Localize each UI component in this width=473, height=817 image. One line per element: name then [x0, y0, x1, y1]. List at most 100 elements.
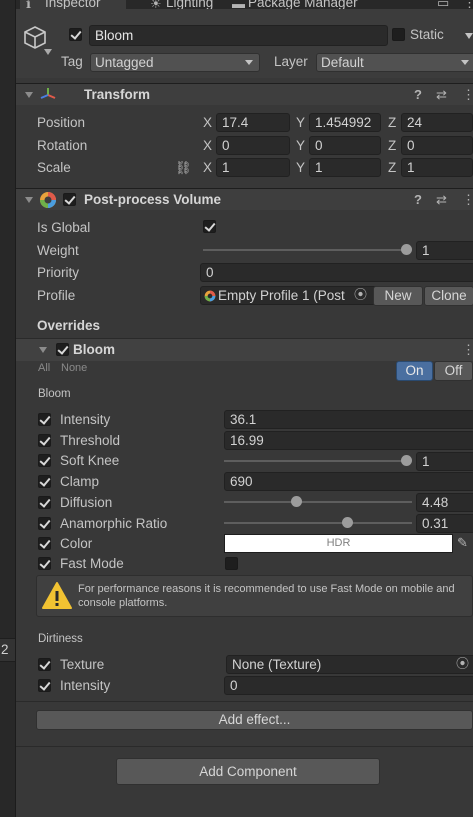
texture-field[interactable]: None (Texture): [226, 655, 473, 674]
help-icon[interactable]: ?: [414, 193, 422, 207]
rotation-y-field[interactable]: 0: [309, 136, 381, 155]
position-z-field[interactable]: 24: [401, 113, 473, 132]
lock-icon[interactable]: ▭: [437, 0, 449, 9]
none-link[interactable]: None: [61, 362, 87, 374]
bloom-section-label: Bloom: [38, 388, 71, 400]
overrides-label: Overrides: [37, 318, 101, 333]
ppv-fold-arrow[interactable]: [25, 197, 33, 203]
tab-package-manager-label: Package Manager: [248, 0, 358, 9]
ppv-header[interactable]: Post-process Volume ? ⇄ ⋮: [16, 188, 473, 210]
rotation-z-field[interactable]: 0: [401, 136, 473, 155]
clone-profile-button[interactable]: Clone: [424, 286, 473, 306]
scale-y-field[interactable]: 1: [309, 158, 381, 177]
help-icon[interactable]: ?: [414, 88, 422, 102]
texture-override-checkbox[interactable]: [38, 658, 51, 671]
static-checkbox[interactable]: [392, 28, 405, 41]
profile-value: Empty Profile 1 (Post: [218, 288, 345, 303]
softknee-override-checkbox[interactable]: [38, 454, 51, 467]
scale-x-field[interactable]: 1: [216, 158, 290, 177]
add-effect-button[interactable]: Add effect...: [36, 710, 473, 730]
position-y-field[interactable]: 1.454992: [309, 113, 381, 132]
static-dropdown-arrow[interactable]: [465, 33, 473, 39]
transform-fold-arrow[interactable]: [25, 92, 33, 98]
add-component-button[interactable]: Add Component: [116, 758, 380, 785]
off-toggle[interactable]: Off: [434, 361, 473, 381]
softknee-slider-track[interactable]: [224, 460, 406, 462]
transform-header[interactable]: Transform ? ⇄ ⋮: [16, 83, 473, 105]
fastmode-override-checkbox[interactable]: [38, 557, 51, 570]
weight-slider-track[interactable]: [203, 249, 406, 251]
diffusion-label: Diffusion: [60, 495, 113, 510]
texture-label: Texture: [60, 657, 105, 672]
color-swatch[interactable]: HDR: [224, 534, 453, 553]
bloom-fold-arrow[interactable]: [39, 347, 47, 353]
tab-inspector[interactable]: ℹ Inspector: [20, 0, 126, 9]
transform-title: Transform: [84, 87, 151, 102]
kebab-menu-icon[interactable]: ⋮: [462, 193, 473, 207]
dirt-intensity-override-checkbox[interactable]: [38, 679, 51, 692]
object-name-field[interactable]: Bloom: [89, 25, 388, 46]
anamorphic-slider-thumb[interactable]: [341, 517, 353, 528]
priority-field[interactable]: 0: [200, 263, 473, 282]
diffusion-slider-thumb[interactable]: [291, 496, 303, 507]
axis-z-label: Z: [388, 115, 397, 130]
diffusion-override-checkbox[interactable]: [38, 496, 51, 509]
bloom-effect-header[interactable]: Bloom ⋮: [16, 338, 473, 361]
tab-lighting-label: Lighting: [166, 0, 214, 9]
position-x-field[interactable]: 17.4: [216, 113, 290, 132]
axis-z-label: Z: [388, 138, 397, 153]
tag-dropdown[interactable]: Untagged: [90, 53, 260, 72]
fastmode-checkbox[interactable]: [225, 557, 238, 570]
anamorphic-field[interactable]: 0.31: [416, 514, 473, 533]
diffusion-field[interactable]: 4.48: [416, 493, 473, 512]
new-profile-button[interactable]: New: [373, 286, 423, 306]
clamp-field[interactable]: 690: [224, 472, 473, 491]
intensity-field[interactable]: 36.1: [224, 410, 473, 429]
weight-field[interactable]: 1: [416, 241, 473, 260]
package-icon: ▬: [232, 0, 245, 9]
divider: [16, 701, 473, 702]
threshold-field[interactable]: 16.99: [224, 431, 473, 450]
link-icon[interactable]: ⛓: [175, 161, 192, 175]
preset-icon[interactable]: ⇄: [436, 88, 447, 102]
ppv-enabled-checkbox[interactable]: [63, 193, 76, 206]
object-header: Bloom Static Tag Untagged Layer Default: [16, 9, 473, 78]
kebab-menu-icon[interactable]: ⋮: [463, 0, 473, 9]
intensity-override-checkbox[interactable]: [38, 413, 51, 426]
softknee-label: Soft Knee: [60, 453, 120, 468]
left-panel-edge: [0, 0, 16, 817]
softknee-slider-thumb[interactable]: [400, 455, 412, 466]
scale-label: Scale: [37, 160, 71, 175]
is-global-checkbox[interactable]: [203, 220, 216, 233]
dirt-intensity-field[interactable]: 0: [224, 676, 473, 695]
softknee-field[interactable]: 1: [416, 452, 473, 471]
bloom-enabled-checkbox[interactable]: [56, 343, 69, 356]
on-toggle[interactable]: On: [396, 361, 433, 381]
object-picker-icon[interactable]: ⦿: [456, 657, 469, 671]
left-panel-row: 2: [0, 638, 15, 662]
axis-x-label: X: [203, 138, 213, 153]
object-picker-icon[interactable]: ⦿: [354, 288, 367, 302]
rotation-x-field[interactable]: 0: [216, 136, 290, 155]
scale-z-field[interactable]: 1: [401, 158, 473, 177]
kebab-menu-icon[interactable]: ⋮: [462, 343, 473, 357]
anamorphic-slider-track[interactable]: [224, 522, 412, 524]
anamorphic-override-checkbox[interactable]: [38, 517, 51, 530]
clamp-override-checkbox[interactable]: [38, 475, 51, 488]
fastmode-label: Fast Mode: [60, 556, 124, 571]
dirt-intensity-label: Intensity: [60, 678, 111, 693]
eyedropper-icon[interactable]: ✎: [457, 536, 468, 550]
tag-label: Tag: [61, 54, 83, 69]
layer-dropdown[interactable]: Default: [316, 53, 473, 72]
color-override-checkbox[interactable]: [38, 537, 51, 550]
all-link[interactable]: All: [38, 362, 50, 374]
diffusion-slider-track[interactable]: [224, 501, 412, 503]
warning-icon: [42, 582, 72, 609]
preset-icon[interactable]: ⇄: [436, 193, 447, 207]
active-checkbox[interactable]: [69, 28, 82, 41]
kebab-menu-icon[interactable]: ⋮: [462, 88, 473, 102]
icon-dropdown-arrow[interactable]: [44, 49, 52, 55]
transform-body: Position Rotation Scale ⛓ X 17.4 Y 1.454…: [16, 105, 473, 185]
weight-slider-thumb[interactable]: [400, 244, 412, 255]
threshold-override-checkbox[interactable]: [38, 434, 51, 447]
